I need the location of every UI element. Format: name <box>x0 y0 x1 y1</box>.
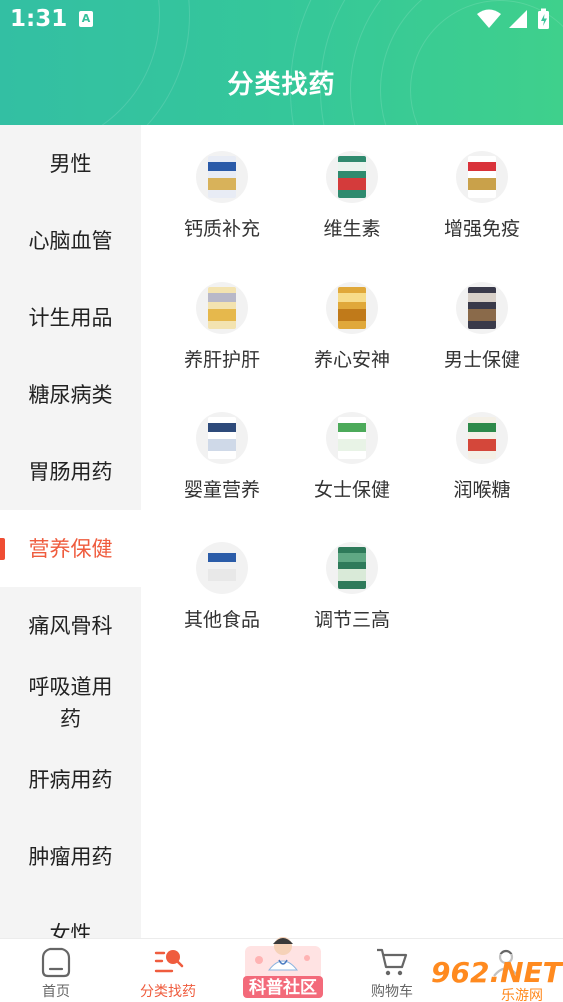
sidebar-item[interactable]: 女性 <box>0 895 141 939</box>
tab-home[interactable]: 首页 <box>0 939 112 1002</box>
product-thumbnail <box>196 542 248 594</box>
battery-icon <box>538 8 549 29</box>
product-box-image <box>208 417 236 459</box>
notification-icon: A <box>79 11 93 27</box>
subcategory-item[interactable]: 润喉糖 <box>417 386 547 506</box>
sidebar-item[interactable]: 呼吸道用药 <box>0 664 141 741</box>
subcategory-label: 婴童营养 <box>183 479 260 501</box>
subcategory-label: 维生素 <box>323 218 381 240</box>
sidebar-item[interactable]: 胃肠用药 <box>0 433 141 510</box>
page-title: 分类找药 <box>227 70 336 100</box>
subcategory-item[interactable]: 维生素 <box>287 125 417 245</box>
product-box-image <box>338 417 366 459</box>
product-thumbnail <box>326 151 378 203</box>
sidebar-item-label: 女性 <box>49 921 92 939</box>
subcategory-item[interactable]: 调节三高 <box>287 516 417 636</box>
home-icon <box>41 947 71 978</box>
subcategory-label: 调节三高 <box>313 609 390 631</box>
tab-community[interactable]: 科普社区 <box>237 930 329 1002</box>
sidebar-item[interactable]: 肿瘤用药 <box>0 818 141 895</box>
wifi-icon <box>477 9 501 28</box>
sidebar-item[interactable]: 计生用品 <box>0 279 141 356</box>
sidebar-item-label: 呼吸道用药 <box>28 674 113 731</box>
subcategory-label: 润喉糖 <box>453 479 511 501</box>
watermark-subtext: 乐游网 <box>501 988 543 1002</box>
sidebar-item-label: 痛风骨科 <box>28 613 113 638</box>
product-thumbnail <box>326 542 378 594</box>
product-thumbnail <box>196 282 248 334</box>
product-thumbnail <box>326 412 378 464</box>
product-thumbnail <box>456 151 508 203</box>
sidebar-item[interactable]: 痛风骨科 <box>0 587 141 664</box>
product-thumbnail <box>196 412 248 464</box>
doctor-badge-icon: 科普社区 <box>243 937 323 998</box>
subcategory-label: 男士保健 <box>443 349 520 371</box>
sidebar-item-label: 计生用品 <box>28 305 113 330</box>
status-time: 1:31 <box>10 6 68 32</box>
product-thumbnail <box>456 412 508 464</box>
sidebar-item[interactable]: 心脑血管 <box>0 202 141 279</box>
subcategory-item[interactable]: 男士保健 <box>417 256 547 376</box>
category-search-icon <box>154 950 184 973</box>
category-sidebar: 男性心脑血管计生用品糖尿病类胃肠用药营养保健痛风骨科呼吸道用药肝病用药肿瘤用药女… <box>0 125 141 938</box>
sidebar-item[interactable]: 男性 <box>0 125 141 202</box>
subcategory-label: 养肝护肝 <box>183 349 260 371</box>
product-box-image <box>208 287 236 329</box>
system-status-icons <box>477 8 549 29</box>
subcategory-item[interactable]: 钙质补充 <box>157 125 287 245</box>
product-box-image <box>338 547 366 589</box>
sidebar-item[interactable]: 肝病用药 <box>0 741 141 818</box>
sidebar-item-label: 肝病用药 <box>28 767 113 792</box>
sidebar-item-label: 肿瘤用药 <box>28 844 113 869</box>
product-box-image <box>338 287 366 329</box>
product-thumbnail <box>326 282 378 334</box>
sidebar-item[interactable]: 糖尿病类 <box>0 356 141 433</box>
tab-label: 购物车 <box>371 984 413 1000</box>
tab-category[interactable]: 分类找药 <box>112 939 224 1002</box>
sidebar-item-label: 心脑血管 <box>28 228 113 253</box>
subcategory-item[interactable]: 养肝护肝 <box>157 256 287 376</box>
product-thumbnail <box>196 151 248 203</box>
sidebar-item[interactable]: 营养保健 <box>0 510 141 587</box>
product-box-image <box>468 287 496 329</box>
signal-icon <box>509 10 527 28</box>
subcategory-label: 其他食品 <box>183 609 260 631</box>
subcategory-item[interactable]: 养心安神 <box>287 256 417 376</box>
subcategory-label: 女士保健 <box>313 479 390 501</box>
community-label: 科普社区 <box>249 977 317 998</box>
subcategory-item[interactable]: 婴童营养 <box>157 386 287 506</box>
product-box-image <box>338 156 366 198</box>
subcategory-label: 养心安神 <box>313 349 390 371</box>
product-box-image <box>208 156 236 198</box>
product-thumbnail <box>456 282 508 334</box>
subcategory-label: 钙质补充 <box>183 218 260 240</box>
subcategory-item[interactable]: 女士保健 <box>287 386 417 506</box>
subcategory-label: 增强免疫 <box>443 218 520 240</box>
header: 1:31 A 分类找药 <box>0 0 563 125</box>
subcategory-grid: 钙质补充 维生素 增强免疫养肝护肝 养心安神 男士保健婴童营养 女士保健 润喉糖其他食品 调节… <box>141 125 563 938</box>
status-bar: 1:31 A <box>0 0 563 40</box>
tab-label: 分类找药 <box>140 984 196 1000</box>
product-box-image <box>468 156 496 198</box>
subcategory-item[interactable]: 其他食品 <box>157 516 287 636</box>
sidebar-item-label: 胃肠用药 <box>28 459 113 484</box>
cart-icon <box>377 948 408 976</box>
site-watermark: 962.NET 乐游网 <box>427 954 563 1002</box>
product-box-image <box>468 417 496 459</box>
product-box-image <box>208 547 236 589</box>
sidebar-item-label: 营养保健 <box>28 536 113 561</box>
sidebar-item-label: 男性 <box>49 151 92 176</box>
sidebar-item-label: 糖尿病类 <box>28 382 113 407</box>
subcategory-item[interactable]: 增强免疫 <box>417 125 547 245</box>
watermark-text: 962.NET <box>431 956 563 989</box>
tab-label: 首页 <box>42 984 70 1000</box>
